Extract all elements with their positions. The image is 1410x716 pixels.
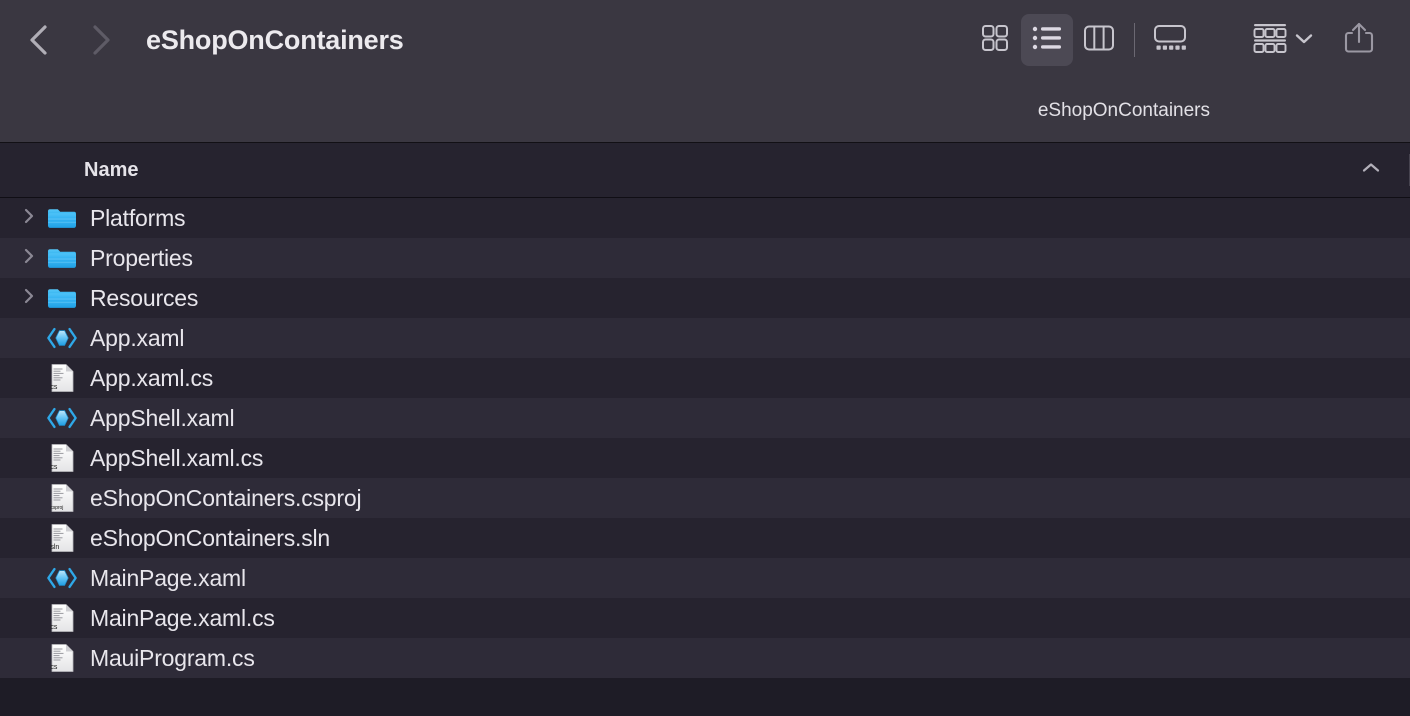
disclosure-triangle[interactable] bbox=[16, 286, 42, 311]
file-row[interactable]: Properties bbox=[0, 238, 1410, 278]
file-extension-tag: cs bbox=[50, 664, 58, 671]
file-name-label: App.xaml.cs bbox=[90, 364, 214, 391]
file-row[interactable]: Platforms bbox=[0, 198, 1410, 238]
file-row[interactable]: csproj eShopOnContainers.csproj bbox=[0, 478, 1410, 518]
grid-icon bbox=[980, 23, 1010, 58]
file-list[interactable]: Platforms Properties Resources App.xaml cs Ap… bbox=[0, 198, 1410, 678]
csharp-icon: cs bbox=[46, 363, 78, 393]
chevron-right-icon bbox=[21, 246, 37, 271]
window-toolbar: eShopOnContainers bbox=[0, 0, 1410, 80]
file-name-label: MainPage.xaml bbox=[90, 564, 246, 591]
disclosure-triangle[interactable] bbox=[16, 246, 42, 271]
chevron-left-icon bbox=[26, 23, 52, 57]
file-name-label: eShopOnContainers.sln bbox=[90, 524, 331, 551]
folder-icon bbox=[46, 203, 78, 233]
share-button[interactable] bbox=[1332, 14, 1386, 66]
current-folder-label: eShopOnContainers bbox=[1037, 100, 1210, 121]
folder-icon bbox=[46, 243, 78, 273]
file-extension-tag: csproj bbox=[50, 505, 64, 511]
disclosure-triangle[interactable] bbox=[16, 206, 42, 231]
file-name-label: MainPage.xaml.cs bbox=[90, 604, 275, 631]
chevron-down-icon bbox=[1294, 31, 1314, 50]
csproj-icon: csproj bbox=[46, 483, 78, 513]
file-row[interactable]: cs MauiProgram.cs bbox=[0, 638, 1410, 678]
file-name-label: AppShell.xaml bbox=[90, 404, 235, 431]
file-extension-tag: cs bbox=[50, 624, 58, 631]
file-row[interactable]: AppShell.xaml bbox=[0, 398, 1410, 438]
file-row[interactable]: cs App.xaml.cs bbox=[0, 358, 1410, 398]
icon-view-button[interactable] bbox=[969, 14, 1021, 66]
window-title: eShopOnContainers bbox=[146, 24, 404, 55]
file-name-label: Resources bbox=[90, 284, 199, 311]
chevron-right-icon bbox=[21, 206, 37, 231]
column-header-row: Name bbox=[0, 143, 1410, 198]
file-row[interactable]: cs AppShell.xaml.cs bbox=[0, 438, 1410, 478]
chevron-up-icon bbox=[1360, 161, 1382, 180]
forward-button[interactable] bbox=[84, 20, 118, 60]
xaml-icon bbox=[46, 563, 78, 593]
path-subtitle-bar: eShopOnContainers bbox=[0, 80, 1410, 143]
file-row[interactable]: sln eShopOnContainers.sln bbox=[0, 518, 1410, 558]
file-extension-tag: cs bbox=[50, 464, 58, 471]
csharp-icon: cs bbox=[46, 603, 78, 633]
file-name-label: App.xaml bbox=[90, 324, 185, 351]
list-icon bbox=[1031, 24, 1063, 57]
file-row[interactable]: App.xaml bbox=[0, 318, 1410, 358]
column-header-name[interactable]: Name bbox=[84, 159, 138, 182]
column-view-button[interactable] bbox=[1073, 14, 1125, 66]
file-name-label: Properties bbox=[90, 244, 193, 271]
folder-icon bbox=[46, 283, 78, 313]
file-extension-tag: cs bbox=[50, 384, 58, 391]
group-icon bbox=[1252, 22, 1288, 59]
back-button[interactable] bbox=[22, 20, 56, 60]
view-mode-segmented-control bbox=[969, 14, 1196, 66]
file-row[interactable]: MainPage.xaml bbox=[0, 558, 1410, 598]
file-row[interactable]: cs MainPage.xaml.cs bbox=[0, 598, 1410, 638]
sln-icon: sln bbox=[46, 523, 78, 553]
file-name-label: eShopOnContainers.csproj bbox=[90, 484, 362, 511]
columns-icon bbox=[1083, 24, 1115, 57]
chevron-right-icon bbox=[88, 23, 114, 57]
csharp-icon: cs bbox=[46, 443, 78, 473]
toolbar-actions bbox=[969, 0, 1410, 80]
gallery-icon bbox=[1153, 24, 1187, 57]
file-row[interactable]: Resources bbox=[0, 278, 1410, 318]
csharp-icon: cs bbox=[46, 643, 78, 673]
toolbar-divider bbox=[1134, 23, 1135, 57]
share-icon bbox=[1343, 21, 1375, 60]
xaml-icon bbox=[46, 323, 78, 353]
gallery-view-button[interactable] bbox=[1144, 14, 1196, 66]
sort-indicator[interactable] bbox=[1360, 161, 1382, 180]
group-by-button[interactable] bbox=[1248, 14, 1318, 66]
file-extension-tag: sln bbox=[50, 544, 60, 551]
xaml-icon bbox=[46, 403, 78, 433]
chevron-right-icon bbox=[21, 286, 37, 311]
file-name-label: Platforms bbox=[90, 204, 186, 231]
list-view-button[interactable] bbox=[1021, 14, 1073, 66]
navigation-buttons bbox=[22, 20, 118, 60]
file-name-label: AppShell.xaml.cs bbox=[90, 444, 264, 471]
file-name-label: MauiProgram.cs bbox=[90, 644, 255, 671]
